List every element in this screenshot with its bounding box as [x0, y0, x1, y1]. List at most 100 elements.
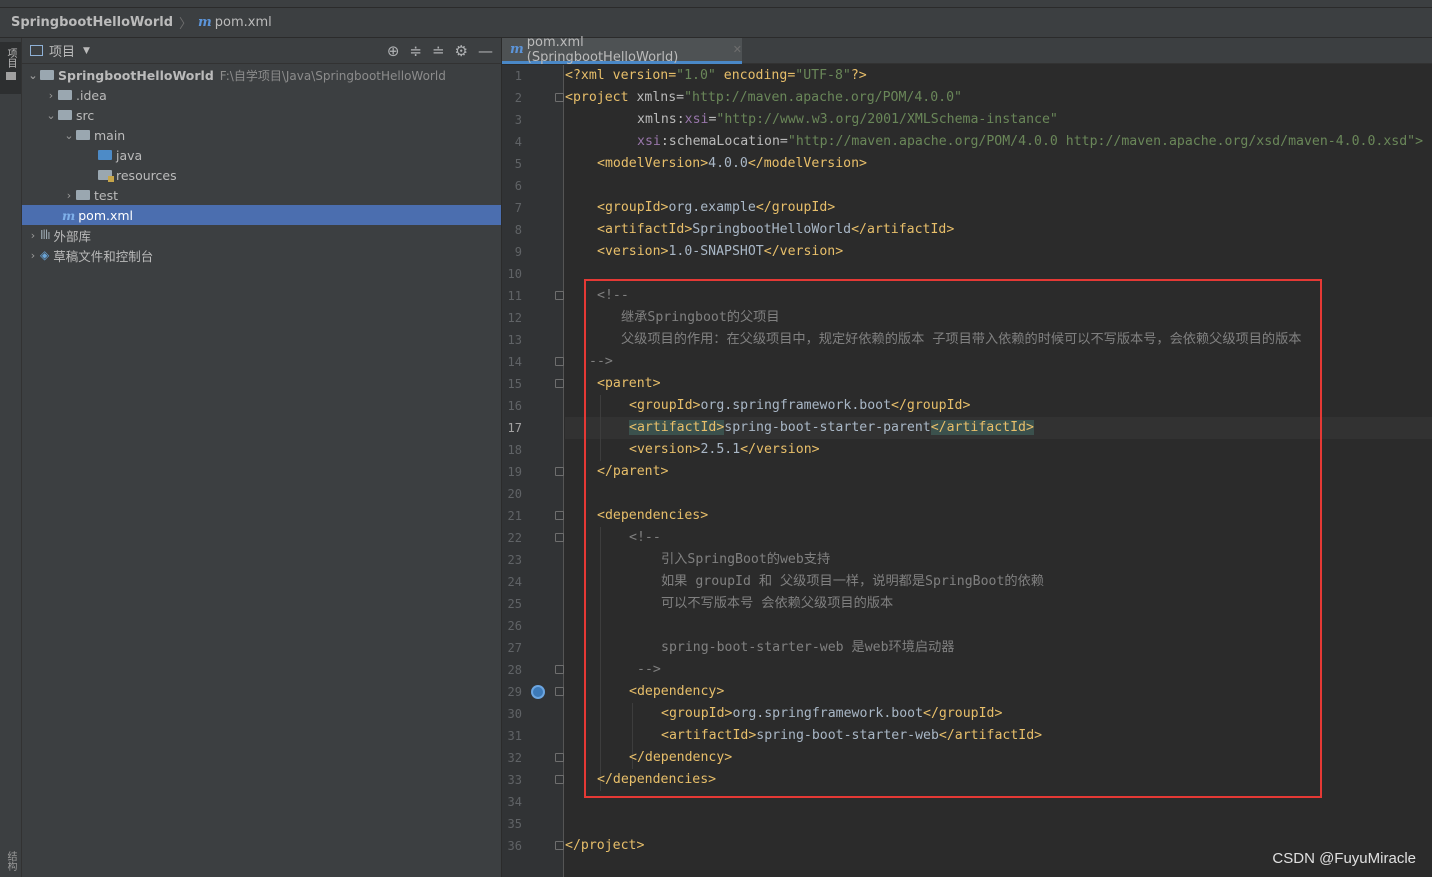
- xml-text: SpringbootHelloWorld: [692, 222, 852, 237]
- breadcrumb-separator: 〉: [179, 17, 193, 32]
- fold-marker-icon[interactable]: [555, 753, 564, 762]
- line-number: 8: [514, 223, 522, 237]
- line-number: 28: [507, 663, 522, 677]
- project-panel: 项目 ▼ ⊕ ≑ ≐ ⚙ — ⌄ SpringbootHelloWorld F:…: [22, 38, 502, 877]
- breadcrumb-file[interactable]: pom.xml: [215, 15, 272, 30]
- line-number: 16: [507, 399, 522, 413]
- tree-item-test[interactable]: › test: [22, 185, 501, 205]
- xml-token: encoding=: [715, 68, 796, 83]
- dependency-update-icon[interactable]: [531, 685, 545, 699]
- xml-token: xmlns=: [628, 90, 685, 105]
- folder-icon: [58, 90, 72, 100]
- tree-item-label: main: [94, 127, 126, 143]
- breadcrumb-project[interactable]: SpringbootHelloWorld: [11, 15, 173, 30]
- fold-marker-icon[interactable]: [555, 533, 564, 542]
- collapse-all-icon[interactable]: ≐: [432, 42, 445, 60]
- line-number-gutter: 1 2 3 4 5 6 7 8 9 10 11 12 13 14 15 16 17 18 19 20 21 22 23 24 2…: [502, 65, 587, 877]
- tree-item-label: SpringbootHelloWorld: [58, 67, 214, 83]
- tree-item-src[interactable]: ⌄ src: [22, 105, 501, 125]
- close-icon[interactable]: ✕: [733, 43, 742, 56]
- xml-token: ?>: [850, 68, 867, 83]
- fold-marker-icon[interactable]: [555, 841, 564, 850]
- chevron-right-icon[interactable]: ›: [26, 249, 40, 262]
- project-panel-header: 项目 ▼ ⊕ ≑ ≐ ⚙ —: [22, 38, 501, 64]
- tree-item-root[interactable]: ⌄ SpringbootHelloWorld F:\自学项目\Java\Spri…: [22, 65, 501, 85]
- chevron-right-icon[interactable]: ›: [44, 89, 58, 102]
- line-number: 18: [507, 443, 522, 457]
- xml-token: <modelVersion>: [597, 156, 709, 171]
- fold-marker-icon[interactable]: [555, 511, 564, 520]
- project-tool-tab[interactable]: 项目: [0, 42, 21, 94]
- tree-item-pom[interactable]: m pom.xml: [22, 205, 501, 225]
- chevron-down-icon[interactable]: ▼: [83, 46, 90, 56]
- tree-item-main[interactable]: ⌄ main: [22, 125, 501, 145]
- xml-token: "UTF-8": [795, 68, 851, 83]
- tree-item-label: 草稿文件和控制台: [53, 248, 154, 264]
- chevron-down-icon[interactable]: ⌄: [26, 69, 40, 82]
- line-number: 23: [507, 553, 522, 567]
- chevron-down-icon[interactable]: ⌄: [44, 109, 58, 122]
- fold-marker-icon[interactable]: [555, 357, 564, 366]
- library-icon: Illı: [40, 228, 51, 242]
- tree-item-label: test: [94, 187, 119, 203]
- tab-pom-xml[interactable]: m pom.xml (SpringbootHelloWorld) ✕: [502, 35, 742, 65]
- navigation-bar: SpringbootHelloWorld 〉 m pom.xml: [0, 8, 1432, 38]
- tree-item-path: F:\自学项目\Java\SpringbootHelloWorld: [219, 68, 446, 83]
- xml-token: xmlns:: [637, 112, 685, 127]
- hide-icon[interactable]: —: [478, 42, 493, 60]
- xml-token: "http://maven.apache.org/POM/4.0.0": [684, 90, 962, 105]
- xml-text: 1.0-SNAPSHOT: [668, 244, 764, 259]
- code-line-3: xmlns:xsi="http://www.w3.org/2001/XMLSch…: [637, 109, 1058, 131]
- fold-marker-icon[interactable]: [555, 467, 564, 476]
- line-number: 29: [507, 685, 522, 699]
- chevron-right-icon[interactable]: ›: [26, 229, 40, 242]
- expand-all-icon[interactable]: ≑: [409, 42, 422, 60]
- xml-text: org.example: [668, 200, 756, 215]
- line-number: 34: [507, 795, 522, 809]
- fold-marker-icon[interactable]: [555, 291, 564, 300]
- locate-icon[interactable]: ⊕: [387, 42, 400, 60]
- source-folder-icon: [98, 150, 112, 160]
- project-view-title[interactable]: 项目: [49, 41, 75, 60]
- line-number: 7: [514, 201, 522, 215]
- fold-marker-icon[interactable]: [555, 665, 564, 674]
- tree-item-label: src: [76, 107, 95, 123]
- structure-tool-tab[interactable]: 结构: [3, 851, 18, 871]
- line-number: 30: [507, 707, 522, 721]
- tree-item-label: resources: [116, 167, 177, 183]
- xml-token: <version>: [597, 244, 669, 259]
- code-line-5: <modelVersion>4.0.0</modelVersion>: [597, 153, 867, 175]
- line-number: 10: [507, 267, 522, 281]
- xml-token: <groupId>: [597, 200, 669, 215]
- line-number: 20: [507, 487, 522, 501]
- gear-icon[interactable]: ⚙: [455, 42, 468, 60]
- resources-folder-icon: [98, 170, 114, 182]
- tree-item-java[interactable]: java: [22, 145, 501, 165]
- xml-token: xsi: [684, 112, 709, 127]
- xml-token: <project: [565, 90, 629, 105]
- tree-item-idea[interactable]: › .idea: [22, 85, 501, 105]
- line-number: 12: [507, 311, 522, 325]
- tree-item-external-libraries[interactable]: › Illı 外部库: [22, 225, 501, 245]
- line-number: 9: [514, 245, 522, 259]
- code-line-8: <artifactId>SpringbootHelloWorld</artifa…: [597, 219, 954, 241]
- xml-token: </version>: [763, 244, 844, 259]
- xml-token: </groupId>: [755, 200, 836, 215]
- code-line-1: <?xml version="1.0" encoding="UTF-8"?>: [565, 65, 867, 87]
- tree-item-label: .idea: [76, 87, 107, 103]
- fold-marker-icon[interactable]: [555, 687, 564, 696]
- fold-marker-icon[interactable]: [555, 775, 564, 784]
- chevron-down-icon[interactable]: ⌄: [62, 129, 76, 142]
- tree-item-resources[interactable]: resources: [22, 165, 501, 185]
- line-number: 1: [514, 69, 522, 83]
- line-number: 15: [507, 377, 522, 391]
- tree-item-scratches[interactable]: › ◈ 草稿文件和控制台: [22, 245, 501, 265]
- code-line-36: </project>: [565, 838, 645, 853]
- fold-marker-icon[interactable]: [555, 93, 564, 102]
- xml-token: "1.0": [676, 68, 716, 83]
- fold-marker-icon[interactable]: [555, 379, 564, 388]
- chevron-right-icon[interactable]: ›: [62, 189, 76, 202]
- folder-icon: [58, 110, 72, 120]
- line-number: 5: [514, 157, 522, 171]
- folder-icon: [76, 130, 90, 140]
